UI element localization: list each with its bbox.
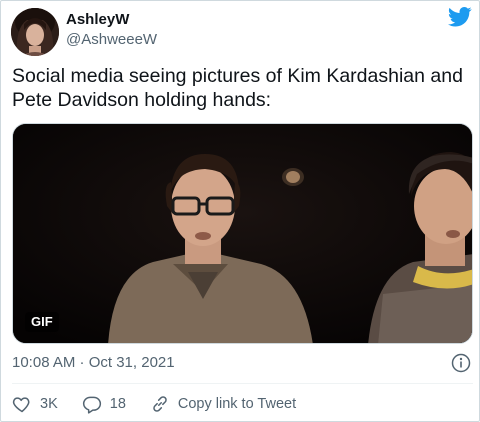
tweet-gif-media[interactable]: GIF <box>12 123 473 344</box>
twitter-bird-icon[interactable] <box>447 7 472 27</box>
divider <box>12 383 473 384</box>
copy-link-button[interactable]: Copy link to Tweet <box>150 394 296 414</box>
like-count: 3K <box>40 396 58 412</box>
avatar-image <box>11 8 59 56</box>
author-handle[interactable]: @AshweeeW <box>66 30 157 50</box>
tweet-card: AshleyW @AshweeeW Social media seeing pi… <box>0 0 480 422</box>
tweet-timestamp[interactable]: 10:08 AM · Oct 31, 2021 <box>12 353 175 373</box>
info-icon[interactable] <box>451 353 471 373</box>
reply-bubble-icon <box>82 396 101 414</box>
gif-badge: GIF <box>25 312 59 332</box>
author-display-name[interactable]: AshleyW <box>66 10 129 30</box>
tweet-actions: 3K 18 Copy link to Tweet <box>12 394 320 414</box>
like-button[interactable]: 3K <box>12 394 58 414</box>
tweet-text: Social media seeing pictures of Kim Kard… <box>12 65 463 111</box>
avatar[interactable] <box>11 8 59 56</box>
reply-button[interactable]: 18 <box>82 394 126 414</box>
copy-link-label: Copy link to Tweet <box>177 396 297 412</box>
heart-icon <box>12 397 30 413</box>
reply-count: 18 <box>109 396 126 412</box>
gif-frame-image <box>13 124 472 343</box>
link-icon <box>153 396 167 412</box>
